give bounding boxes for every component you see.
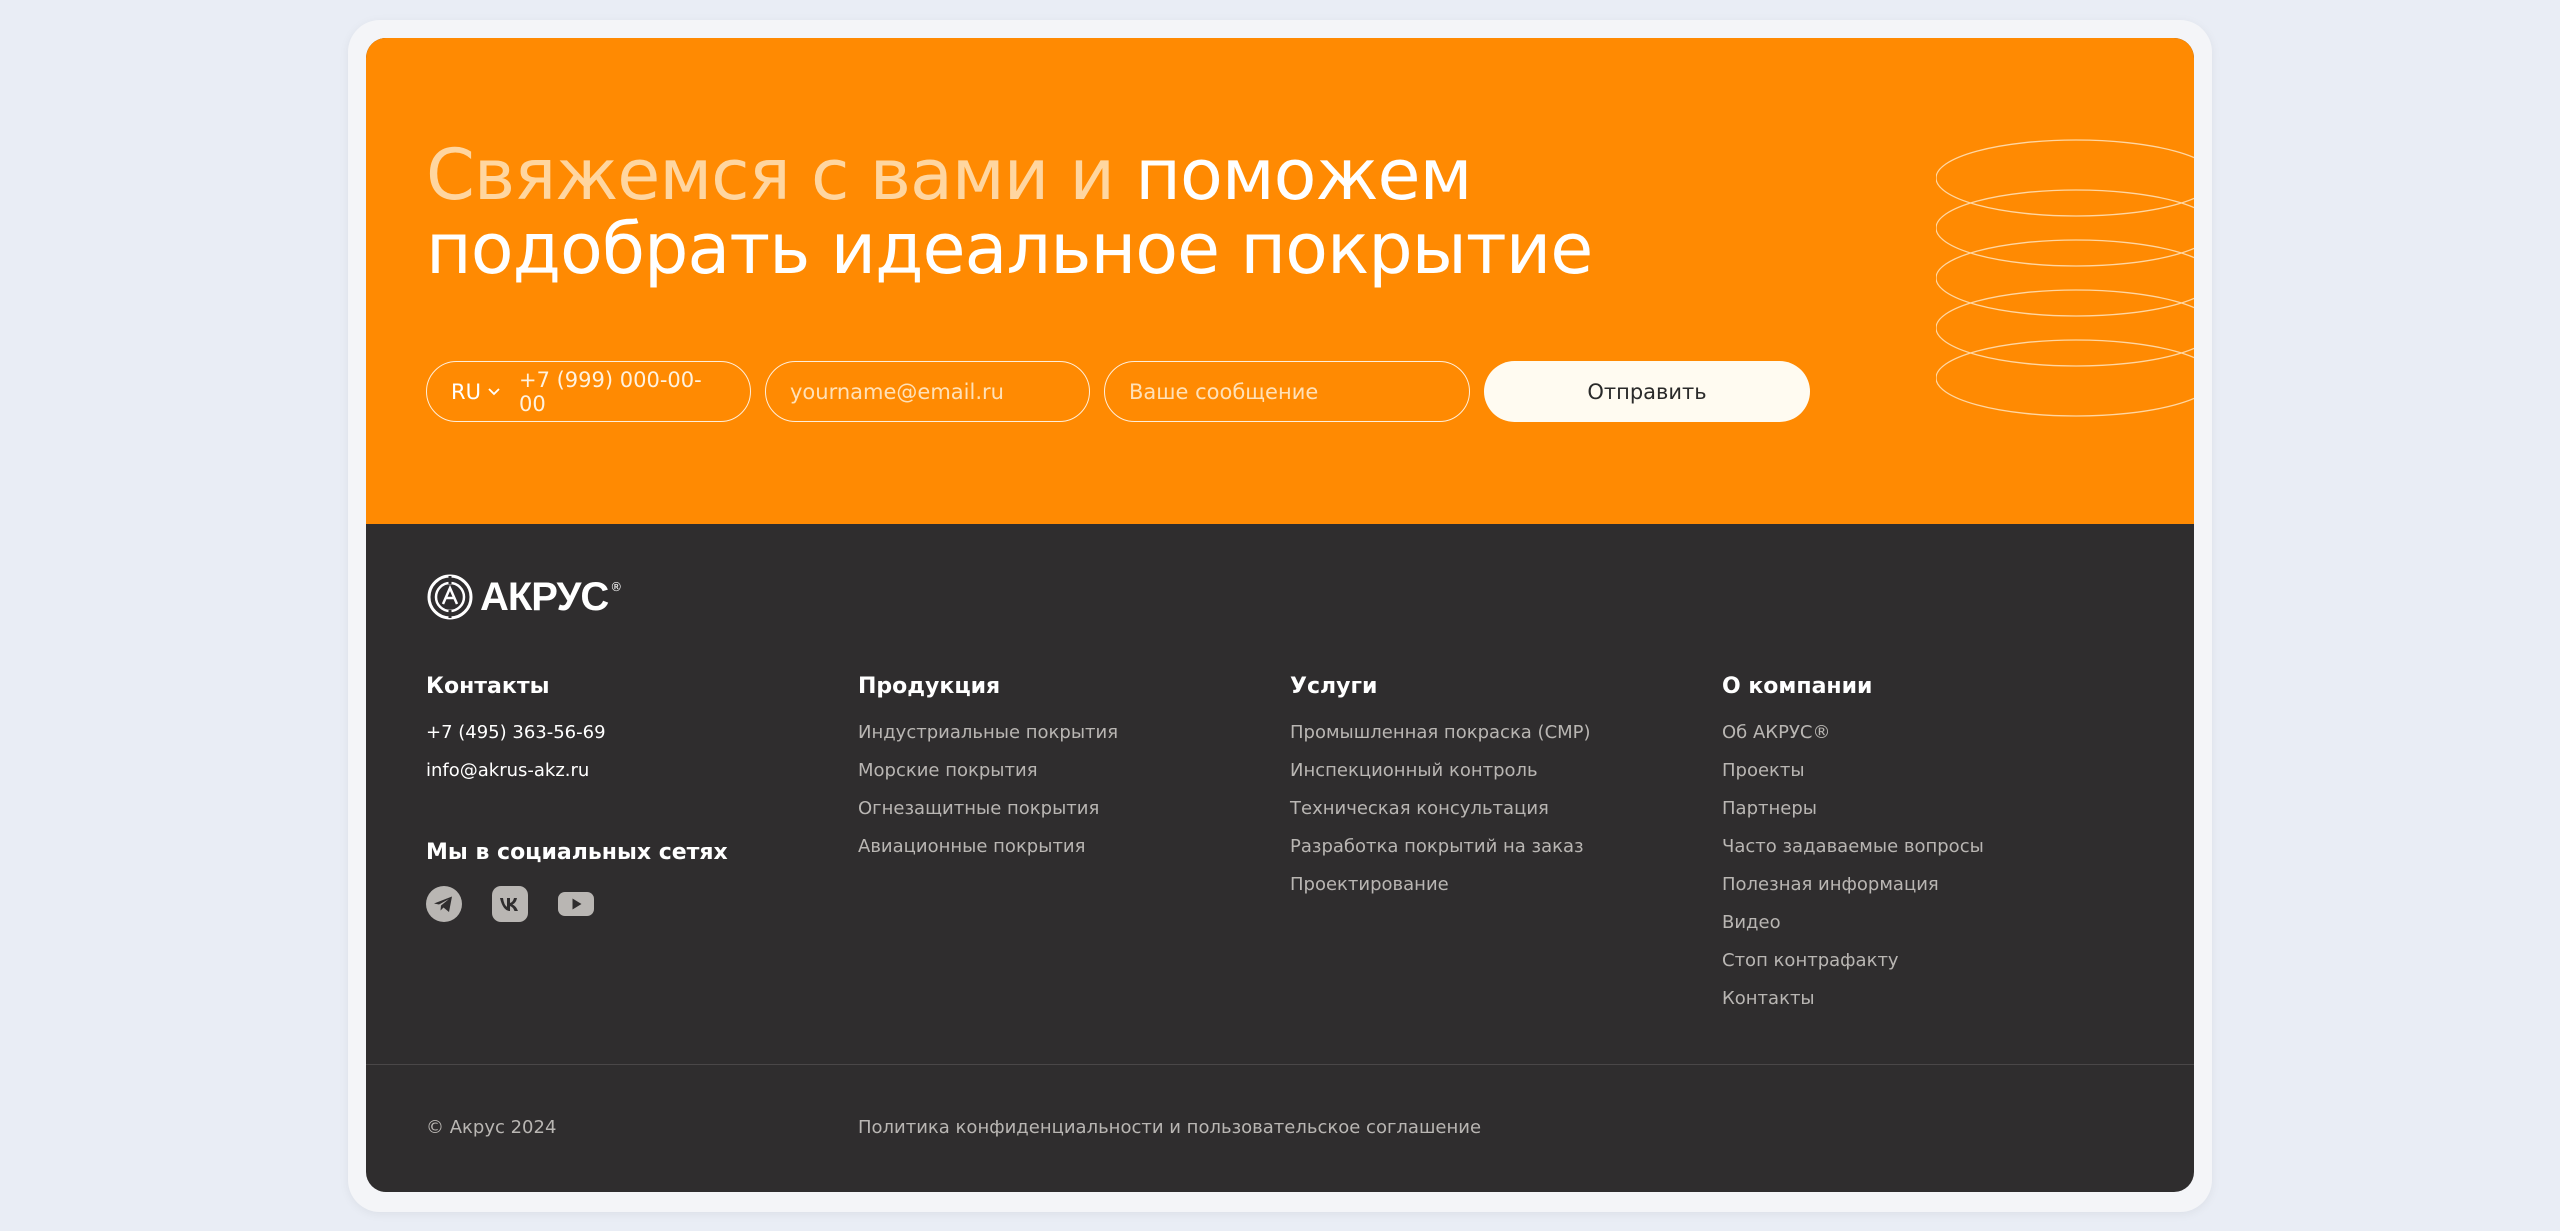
copyright: © Акрус 2024 bbox=[426, 1117, 557, 1138]
footer-link[interactable]: Промышленная покраска (СМР) bbox=[1290, 721, 1591, 759]
youtube-icon[interactable] bbox=[558, 886, 594, 922]
country-code: RU bbox=[451, 379, 481, 404]
footer-link[interactable]: Авиационные покрытия bbox=[858, 835, 1118, 873]
footer-column-products: Продукция Индустриальные покрытия Морски… bbox=[858, 674, 1118, 873]
hero-title-muted: Свяжемся с вами и bbox=[426, 134, 1115, 216]
contact-card: Свяжемся с вами и поможем подобрать идеа… bbox=[366, 38, 2194, 1192]
column-title: Продукция bbox=[858, 674, 1001, 699]
privacy-policy-link[interactable]: Политика конфиденциальности и пользовате… bbox=[858, 1117, 1481, 1138]
email-placeholder: yourname@email.ru bbox=[790, 379, 1004, 404]
column-title: Услуги bbox=[1290, 674, 1378, 699]
message-input[interactable]: Ваше сообщение bbox=[1104, 361, 1470, 422]
footer-link[interactable]: Об АКРУС® bbox=[1722, 721, 1984, 759]
email-input[interactable]: yourname@email.ru bbox=[765, 361, 1090, 422]
footer-column-company: О компании Об АКРУС® Проекты Партнеры Ча… bbox=[1722, 674, 1984, 1025]
footer-link[interactable]: Техническая консультация bbox=[1290, 797, 1591, 835]
logo-registered: ® bbox=[610, 580, 623, 594]
footer-link[interactable]: Инспекционный контроль bbox=[1290, 759, 1591, 797]
footer-link[interactable]: Контакты bbox=[1722, 987, 1984, 1025]
vk-icon[interactable] bbox=[492, 886, 528, 922]
message-placeholder: Ваше сообщение bbox=[1129, 379, 1319, 404]
chevron-down-icon bbox=[488, 387, 500, 395]
phone-input[interactable]: +7 (999) 000-00-00 bbox=[519, 368, 726, 416]
telegram-icon[interactable] bbox=[426, 886, 462, 922]
hero-title: Свяжемся с вами и поможем подобрать идеа… bbox=[426, 138, 1726, 286]
column-title: Контакты bbox=[426, 674, 550, 699]
column-title: О компании bbox=[1722, 674, 1873, 699]
logo-emblem-icon bbox=[427, 574, 473, 620]
phone-field[interactable]: RU +7 (999) 000-00-00 bbox=[426, 361, 751, 422]
footer-link[interactable]: Полезная информация bbox=[1722, 873, 1984, 911]
footer-column-contacts: Контакты +7 (495) 363-56-69 info@akrus-a… bbox=[426, 674, 606, 797]
footer-link[interactable]: Партнеры bbox=[1722, 797, 1984, 835]
country-select[interactable]: RU bbox=[451, 380, 501, 404]
submit-button[interactable]: Отправить bbox=[1484, 361, 1810, 422]
footer-link[interactable]: Видео bbox=[1722, 911, 1984, 949]
social-title: Мы в социальных сетях bbox=[426, 840, 728, 865]
footer-link[interactable]: Стоп контрафакту bbox=[1722, 949, 1984, 987]
logo-text: АКРУС bbox=[480, 574, 609, 619]
footer-link[interactable]: Огнезащитные покрытия bbox=[858, 797, 1118, 835]
hero-title-main-2: подобрать идеальное покрытие bbox=[426, 208, 1593, 290]
akrus-logo[interactable]: АКРУС ® bbox=[426, 573, 622, 621]
footer-divider bbox=[366, 1064, 2194, 1065]
contact-email[interactable]: info@akrus-akz.ru bbox=[426, 759, 606, 797]
footer-link[interactable]: Морские покрытия bbox=[858, 759, 1118, 797]
footer-column-services: Услуги Промышленная покраска (СМР) Инспе… bbox=[1290, 674, 1591, 911]
contact-hero: Свяжемся с вами и поможем подобрать идеа… bbox=[366, 38, 2194, 524]
footer-link[interactable]: Разработка покрытий на заказ bbox=[1290, 835, 1591, 873]
footer-link[interactable]: Проекты bbox=[1722, 759, 1984, 797]
decorative-rings-icon bbox=[1936, 139, 2194, 417]
footer-link[interactable]: Индустриальные покрытия bbox=[858, 721, 1118, 759]
contact-phone[interactable]: +7 (495) 363-56-69 bbox=[426, 721, 606, 759]
footer-link[interactable]: Часто задаваемые вопросы bbox=[1722, 835, 1984, 873]
hero-title-main-1: поможем bbox=[1135, 134, 1472, 216]
contact-form: RU +7 (999) 000-00-00 yourname@email.ru … bbox=[426, 361, 1810, 422]
footer-link[interactable]: Проектирование bbox=[1290, 873, 1591, 911]
social-links bbox=[426, 886, 594, 922]
